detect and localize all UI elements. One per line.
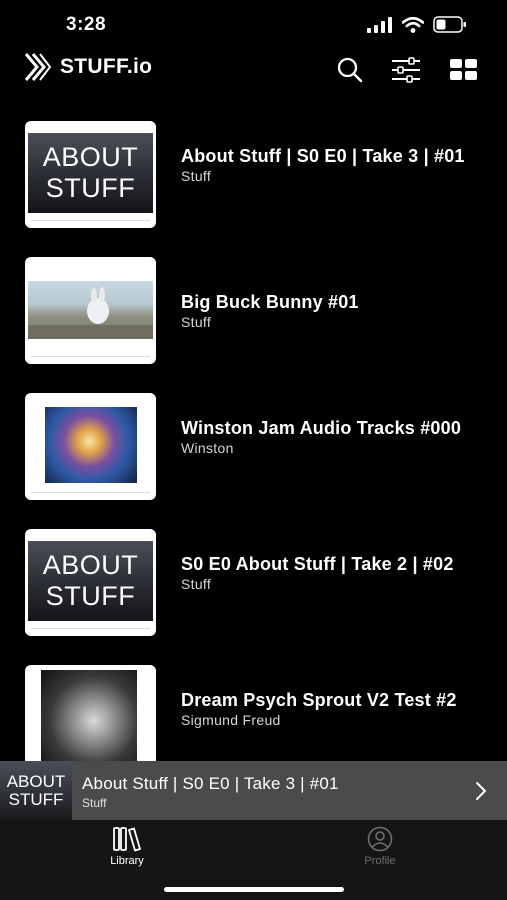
home-indicator[interactable]	[164, 887, 344, 892]
sliders-icon	[392, 57, 420, 83]
list-item[interactable]: Winston Jam Audio Tracks #000 Winston	[0, 390, 507, 500]
grid-view-button[interactable]	[448, 54, 480, 86]
status-time: 3:28	[66, 14, 107, 35]
winston-artwork	[45, 407, 137, 483]
item-author: Sigmund Freud	[181, 712, 281, 728]
about-stuff-artwork: ABOUT STUFF	[28, 541, 153, 621]
wifi-icon	[402, 16, 424, 33]
brand-name: STUFF.io	[60, 55, 153, 78]
app-logo[interactable]: STUFF.io	[24, 51, 152, 83]
item-thumbnail	[25, 665, 156, 761]
chevron-right-icon[interactable]	[473, 780, 489, 802]
app-header: STUFF.io	[0, 48, 507, 92]
bunny-artwork	[28, 281, 153, 339]
stuff-logo-icon	[24, 53, 52, 81]
tab-profile[interactable]: Profile	[320, 826, 440, 876]
mini-player[interactable]: ABOUT STUFF About Stuff | S0 E0 | Take 3…	[0, 761, 507, 820]
list-item[interactable]: Dream Psych Sprout V2 Test #2 Sigmund Fr…	[0, 662, 507, 761]
tab-library[interactable]: Library	[67, 826, 187, 876]
tab-label-library: Library	[110, 855, 144, 867]
grid-icon	[450, 59, 477, 80]
item-thumbnail	[25, 257, 156, 364]
search-button[interactable]	[334, 54, 366, 86]
item-title: About Stuff | S0 E0 | Take 3 | #01	[181, 146, 465, 166]
profile-icon	[367, 826, 393, 852]
list-item[interactable]: ABOUT STUFF About Stuff | S0 E0 | Take 3…	[0, 118, 507, 228]
library-list: ABOUT STUFF About Stuff | S0 E0 | Take 3…	[0, 118, 507, 761]
filter-button[interactable]	[390, 54, 422, 86]
item-author: Winston	[181, 440, 234, 456]
item-title: S0 E0 About Stuff | Take 2 | #02	[181, 554, 454, 574]
status-icons	[367, 16, 467, 33]
library-icon	[113, 827, 141, 852]
item-thumbnail: ABOUT STUFF	[25, 121, 156, 228]
freud-artwork	[41, 670, 137, 761]
signal-icon	[367, 16, 392, 33]
mini-player-author: Stuff	[82, 796, 107, 810]
battery-icon	[433, 16, 466, 33]
mini-player-artwork: ABOUT STUFF	[0, 761, 72, 820]
status-bar: 3:28	[0, 0, 507, 48]
item-author: Stuff	[181, 168, 212, 184]
item-title: Big Buck Bunny #01	[181, 292, 359, 312]
mini-player-title: About Stuff | S0 E0 | Take 3 | #01	[82, 774, 339, 793]
item-thumbnail	[25, 393, 156, 500]
item-title: Dream Psych Sprout V2 Test #2	[181, 690, 457, 710]
item-author: Stuff	[181, 314, 212, 330]
tab-label-profile: Profile	[364, 855, 396, 867]
item-thumbnail: ABOUT STUFF	[25, 529, 156, 636]
about-stuff-artwork: ABOUT STUFF	[28, 133, 153, 213]
search-icon	[337, 57, 363, 83]
list-item[interactable]: Big Buck Bunny #01 Stuff	[0, 254, 507, 364]
item-title: Winston Jam Audio Tracks #000	[181, 418, 462, 438]
item-author: Stuff	[181, 576, 212, 592]
list-item[interactable]: ABOUT STUFF S0 E0 About Stuff | Take 2 |…	[0, 526, 507, 636]
